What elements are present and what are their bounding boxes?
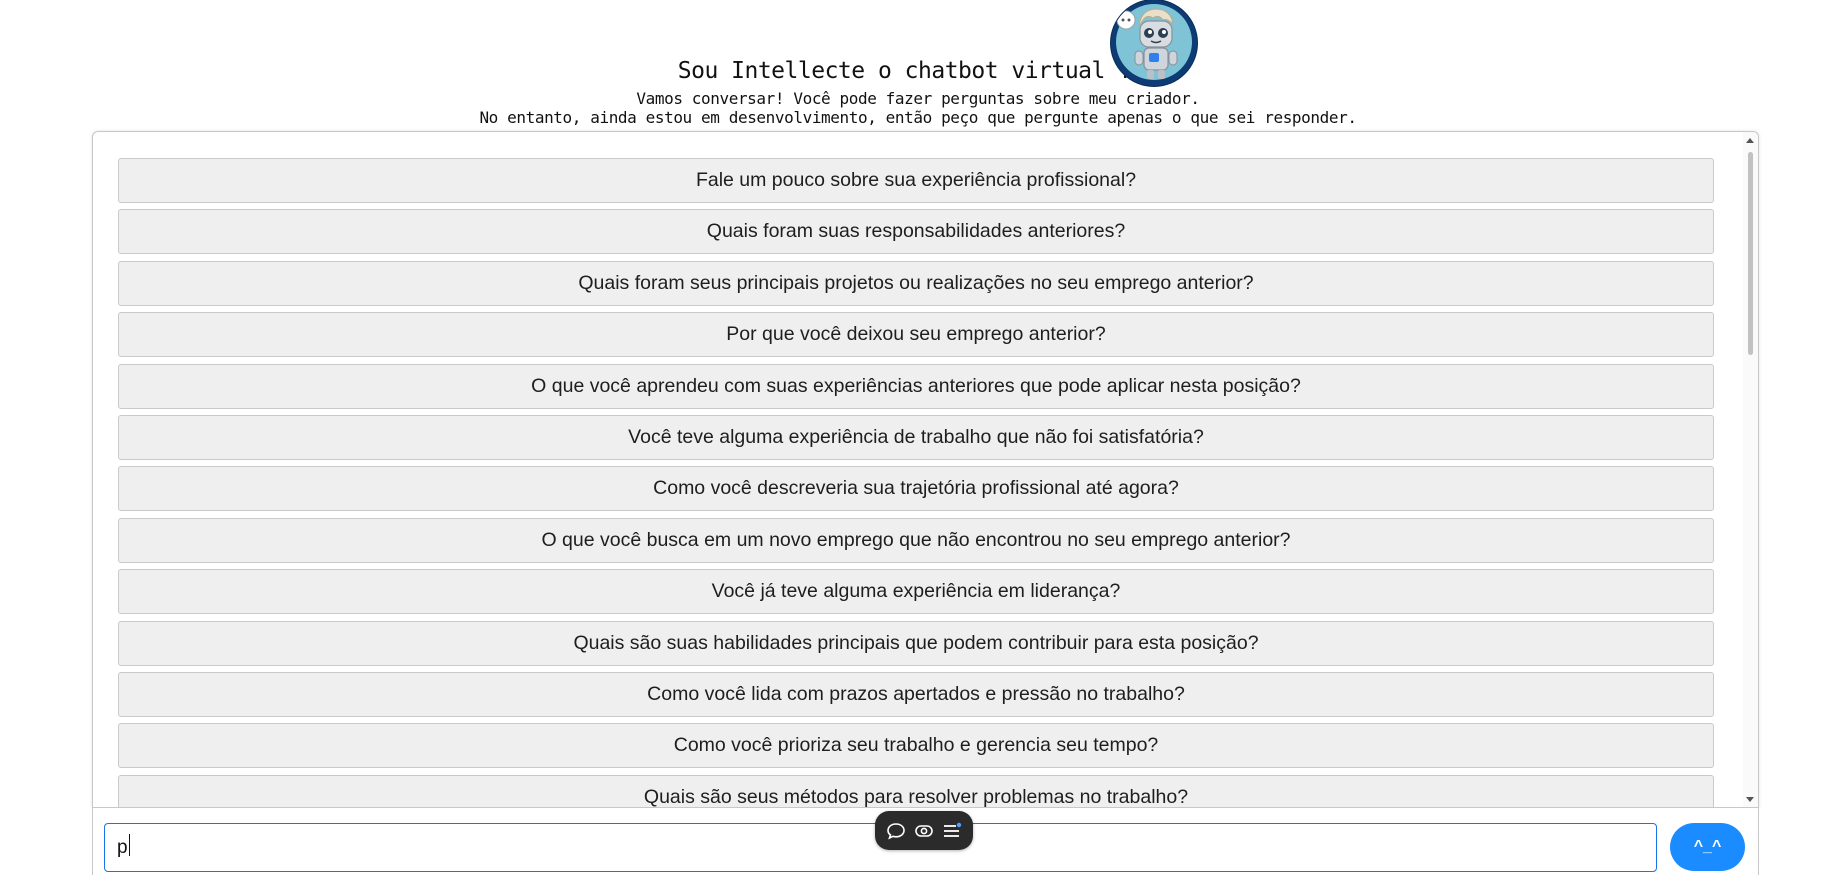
- chatbot-page: Sou Intellecte o chatbot virtual !!! Vam…: [0, 0, 1836, 875]
- question-option[interactable]: Quais são seus métodos para resolver pro…: [118, 774, 1714, 808]
- question-option[interactable]: Como você lida com prazos apertados e pr…: [118, 671, 1714, 717]
- chat-scrollbar[interactable]: [1743, 132, 1758, 808]
- subtitle-line-1: Vamos conversar! Você pode fazer pergunt…: [636, 89, 1200, 108]
- robot-avatar-icon: [1111, 0, 1197, 86]
- subtitle-line-2: No entanto, ainda estou em desenvolvimen…: [479, 108, 1357, 127]
- question-option[interactable]: Por que você deixou seu emprego anterior…: [118, 312, 1714, 358]
- chat-bubble-icon[interactable]: [885, 820, 907, 842]
- eye-toggle-icon[interactable]: [913, 820, 935, 842]
- text-caret: [129, 834, 130, 856]
- floating-toolbar: [875, 811, 973, 850]
- page-title: Sou Intellecte o chatbot virtual !!!: [677, 58, 1159, 84]
- send-button[interactable]: ^_^: [1670, 823, 1745, 871]
- list-menu-icon[interactable]: [941, 820, 963, 842]
- scroll-up-arrow-icon[interactable]: [1746, 138, 1754, 143]
- question-option[interactable]: Você já teve alguma experiência em lider…: [118, 569, 1714, 615]
- question-option[interactable]: O que você busca em um novo emprego que …: [118, 517, 1714, 563]
- question-option[interactable]: Quais são suas habilidades principais qu…: [118, 620, 1714, 666]
- question-option[interactable]: Você teve alguma experiência de trabalho…: [118, 414, 1714, 460]
- question-option[interactable]: Quais foram seus principais projetos ou …: [118, 260, 1714, 306]
- question-option[interactable]: O que você aprendeu com suas experiência…: [118, 363, 1714, 409]
- question-option[interactable]: Como você descreveria sua trajetória pro…: [118, 466, 1714, 512]
- scroll-down-arrow-icon[interactable]: [1746, 797, 1754, 802]
- scroll-thumb[interactable]: [1748, 152, 1753, 355]
- question-option[interactable]: Fale um pouco sobre sua experiência prof…: [118, 158, 1714, 203]
- header: Sou Intellecte o chatbot virtual !!! Vam…: [0, 0, 1836, 130]
- question-option[interactable]: Quais foram suas responsabilidades anter…: [118, 209, 1714, 255]
- question-option[interactable]: Como você prioriza seu trabalho e gerenc…: [118, 723, 1714, 769]
- title-row: Sou Intellecte o chatbot virtual !!!: [0, 58, 1836, 84]
- question-options: Fale um pouco sobre sua experiência prof…: [118, 158, 1714, 808]
- chat-window: Fale um pouco sobre sua experiência prof…: [92, 131, 1759, 808]
